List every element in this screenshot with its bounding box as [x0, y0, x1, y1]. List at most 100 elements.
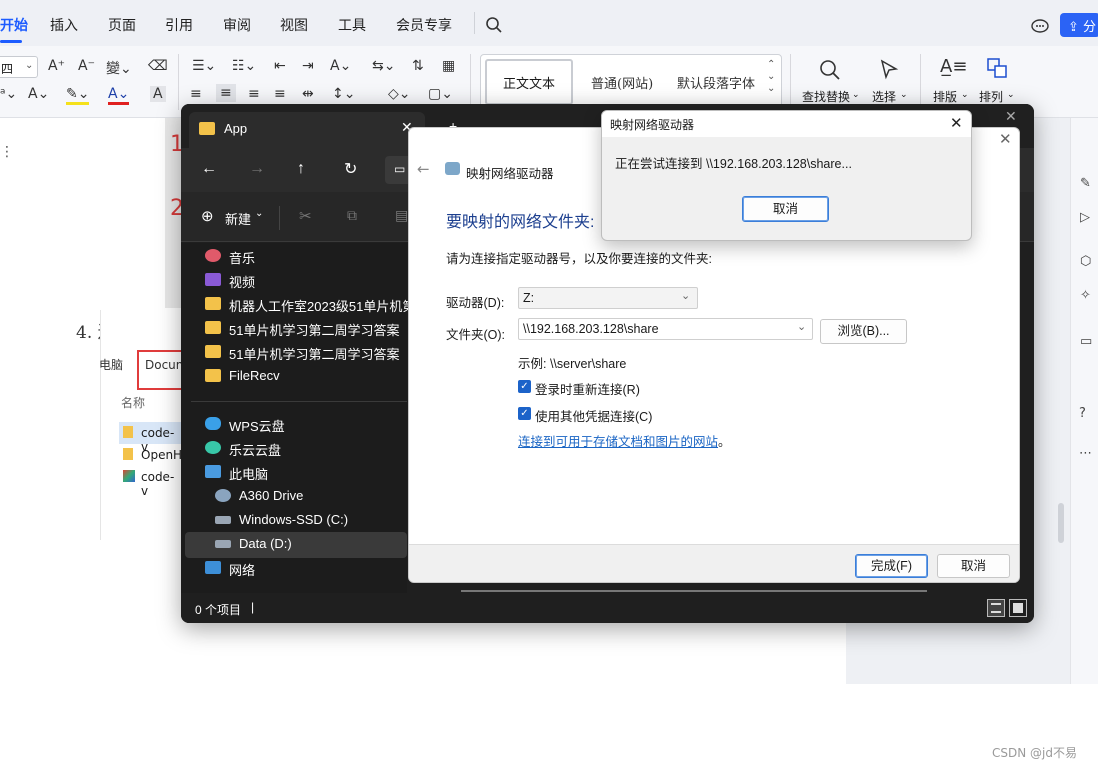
cancel-button[interactable]: 取消 [937, 554, 1010, 578]
style-item-default-font[interactable]: 默认段落字体 [677, 73, 755, 92]
progress-cancel-button[interactable]: 取消 [742, 196, 829, 222]
numbered-list-icon[interactable]: ☷⌄ [232, 58, 256, 74]
shape-icon[interactable]: ⬡ [1080, 254, 1091, 269]
font-size-select[interactable]: 四 ⌄ [0, 56, 38, 78]
share-button[interactable]: ⇪ 分 [1060, 13, 1098, 37]
sidebar-item-a360-drive[interactable]: A360 Drive [215, 485, 415, 509]
sidebar-item-videos[interactable]: 视频 [205, 269, 405, 293]
close-icon[interactable]: ✕ [999, 130, 1012, 148]
copy-icon[interactable]: ⧉ [347, 207, 357, 224]
grow-font-icon[interactable]: A⁺ [48, 58, 65, 74]
magic-icon[interactable]: ✧ [1080, 288, 1091, 303]
text-direction-icon[interactable]: A⌄ [330, 58, 351, 74]
tab-home[interactable]: 开始 [0, 15, 28, 35]
select-icon[interactable]: ▷ [1080, 210, 1090, 225]
drag-handle-icon[interactable]: ⋮ [0, 144, 14, 160]
select-label[interactable]: 选择 [872, 88, 896, 105]
sidebar-item-leyun-cloud[interactable]: 乐云云盘 [205, 437, 405, 461]
back-arrow-icon[interactable]: ← [417, 160, 430, 178]
layout-label[interactable]: 排版 [933, 88, 957, 105]
tab-insert[interactable]: 插入 [50, 15, 78, 35]
back-icon[interactable]: ← [201, 160, 217, 178]
select-cursor-icon[interactable] [878, 58, 900, 80]
arrange-icon[interactable] [985, 56, 1009, 80]
superscript-icon[interactable]: ᵃ⌄ [0, 86, 17, 102]
help-icon[interactable]: ? [1079, 406, 1086, 421]
tab-view[interactable]: 视图 [280, 15, 308, 35]
layout-icon[interactable]: A̲≡ [940, 56, 967, 77]
new-button[interactable]: ⊕ 新建 ⌄ [195, 204, 265, 230]
close-icon[interactable]: ✕ [950, 114, 963, 132]
folder-path-input[interactable]: \\192.168.203.128\share ⌄ [518, 318, 813, 340]
sidebar-item-music[interactable]: 音乐 [205, 245, 405, 269]
cloud-sync-icon[interactable] [1030, 16, 1050, 34]
sidebar-item-wps-cloud[interactable]: WPS云盘 [205, 413, 405, 437]
phonetic-icon[interactable]: 變⌄ [106, 58, 132, 78]
finish-button[interactable]: 完成(F) [855, 554, 928, 578]
highlight-icon[interactable]: ✎⌄ [66, 86, 90, 105]
bullet-list-icon[interactable]: ☰⌄ [192, 58, 216, 74]
eraser-icon[interactable]: ⌫ [148, 58, 168, 74]
tab-reference[interactable]: 引用 [165, 15, 193, 35]
tab-member[interactable]: 会员专享 [396, 15, 452, 35]
sort-icon[interactable]: ⇅ [412, 58, 424, 74]
text-effect-icon[interactable]: A⌄ [28, 86, 49, 102]
shrink-font-icon[interactable]: A⁻ [78, 58, 95, 74]
storage-website-link[interactable]: 连接到可用于存储文档和图片的网站 [518, 435, 718, 449]
align-left-icon[interactable]: ≡ [190, 86, 202, 102]
sidebar-item-network[interactable]: 网络 [205, 557, 405, 581]
sidebar-item-drive-d[interactable]: Data (D:) [215, 533, 415, 557]
find-replace-label[interactable]: 查找替换 [802, 88, 850, 105]
note-icon[interactable]: ▭ [1080, 334, 1092, 349]
browse-button[interactable]: 浏览(B)... [820, 319, 907, 344]
pen-icon[interactable]: ✎ [1080, 176, 1091, 191]
sidebar-item-drive-c[interactable]: Windows-SSD (C:) [215, 509, 415, 533]
tab-tools[interactable]: 工具 [338, 15, 366, 35]
command-divider [279, 206, 280, 230]
increase-indent-icon[interactable]: ⇥ [302, 58, 314, 74]
close-window-icon[interactable]: ✕ [1005, 108, 1017, 125]
search-icon[interactable] [485, 16, 503, 34]
gallery-scroll-icon[interactable]: ⌃ ⌄ ⌄ [767, 59, 775, 95]
explorer-tab[interactable]: App ✕ [189, 112, 425, 148]
distribute-icon[interactable]: ⇹ [302, 86, 314, 102]
highlight-box: Docum [137, 350, 187, 390]
up-icon[interactable]: ↑ [297, 160, 305, 178]
cut-icon[interactable]: ✂ [299, 207, 312, 225]
drive-letter-select[interactable]: Z: ⌄ [518, 287, 698, 309]
forward-icon[interactable]: → [249, 160, 265, 178]
tiles-view-icon[interactable] [1009, 599, 1027, 617]
paragraph-shading-icon[interactable]: ◇⌄ [388, 86, 411, 102]
reconnect-checkbox[interactable]: ✓ 登录时重新连接(R) [518, 379, 718, 397]
details-view-icon[interactable] [987, 599, 1005, 617]
style-item-web[interactable]: 普通(网站) [591, 73, 653, 92]
show-marks-icon[interactable]: ▦ [442, 58, 455, 74]
drive-icon [215, 489, 231, 502]
sidebar-item-folder[interactable]: 机器人工作室2023级51单片机第二 [205, 293, 428, 317]
decrease-indent-icon[interactable]: ⇤ [274, 58, 286, 74]
paste-icon[interactable]: ▤ [395, 207, 408, 224]
tab-page[interactable]: 页面 [108, 15, 136, 35]
border-icon[interactable]: ▢⌄ [428, 86, 453, 102]
other-credentials-checkbox[interactable]: ✓ 使用其他凭据连接(C) [518, 406, 718, 424]
line-spacing-icon[interactable]: ↕⌄ [332, 86, 355, 102]
vertical-scrollbar[interactable] [1058, 503, 1064, 543]
justify-icon[interactable]: ≡ [274, 86, 286, 102]
align-center-icon[interactable]: ≡ [216, 84, 236, 102]
char-shading-icon[interactable]: A [150, 86, 166, 102]
align-right-icon[interactable]: ≡ [248, 86, 260, 102]
horizontal-scrollbar[interactable] [461, 590, 927, 592]
style-item-normal-text[interactable]: 正文文本 [485, 59, 573, 105]
more-icon[interactable]: ⋯ [1079, 446, 1092, 461]
sidebar-item-folder[interactable]: 51单片机学习第二周学习答案 [205, 341, 405, 365]
find-replace-icon[interactable] [818, 58, 842, 82]
sidebar-item-folder[interactable]: 51单片机学习第二周学习答案 [205, 317, 405, 341]
sidebar-item-filerecv[interactable]: FileRecv [205, 365, 405, 389]
tab-review[interactable]: 审阅 [223, 15, 251, 35]
sidebar-item-this-pc[interactable]: 此电脑 [205, 461, 405, 485]
folder-icon [205, 345, 221, 358]
font-color-icon[interactable]: A⌄ [108, 86, 130, 105]
refresh-icon[interactable]: ↻ [344, 159, 357, 179]
arrange-label[interactable]: 排列 [979, 88, 1003, 105]
line-break-icon[interactable]: ⇆⌄ [372, 58, 395, 74]
